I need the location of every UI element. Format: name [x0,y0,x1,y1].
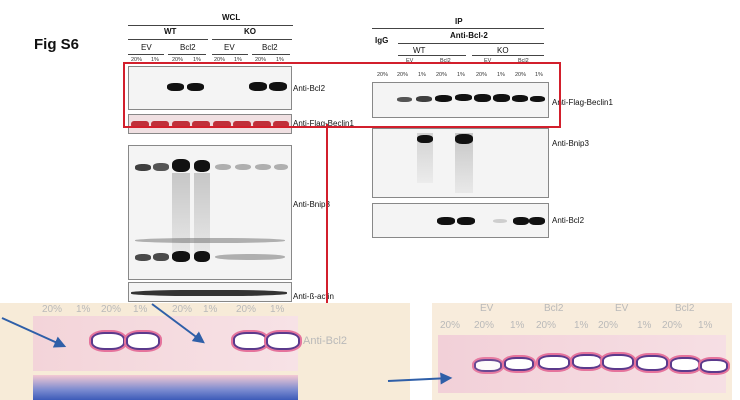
arrow-right [387,372,453,385]
annotation-arrows [1,303,453,385]
arrow-left-2 [151,303,205,344]
arrow-left-1 [1,317,67,348]
